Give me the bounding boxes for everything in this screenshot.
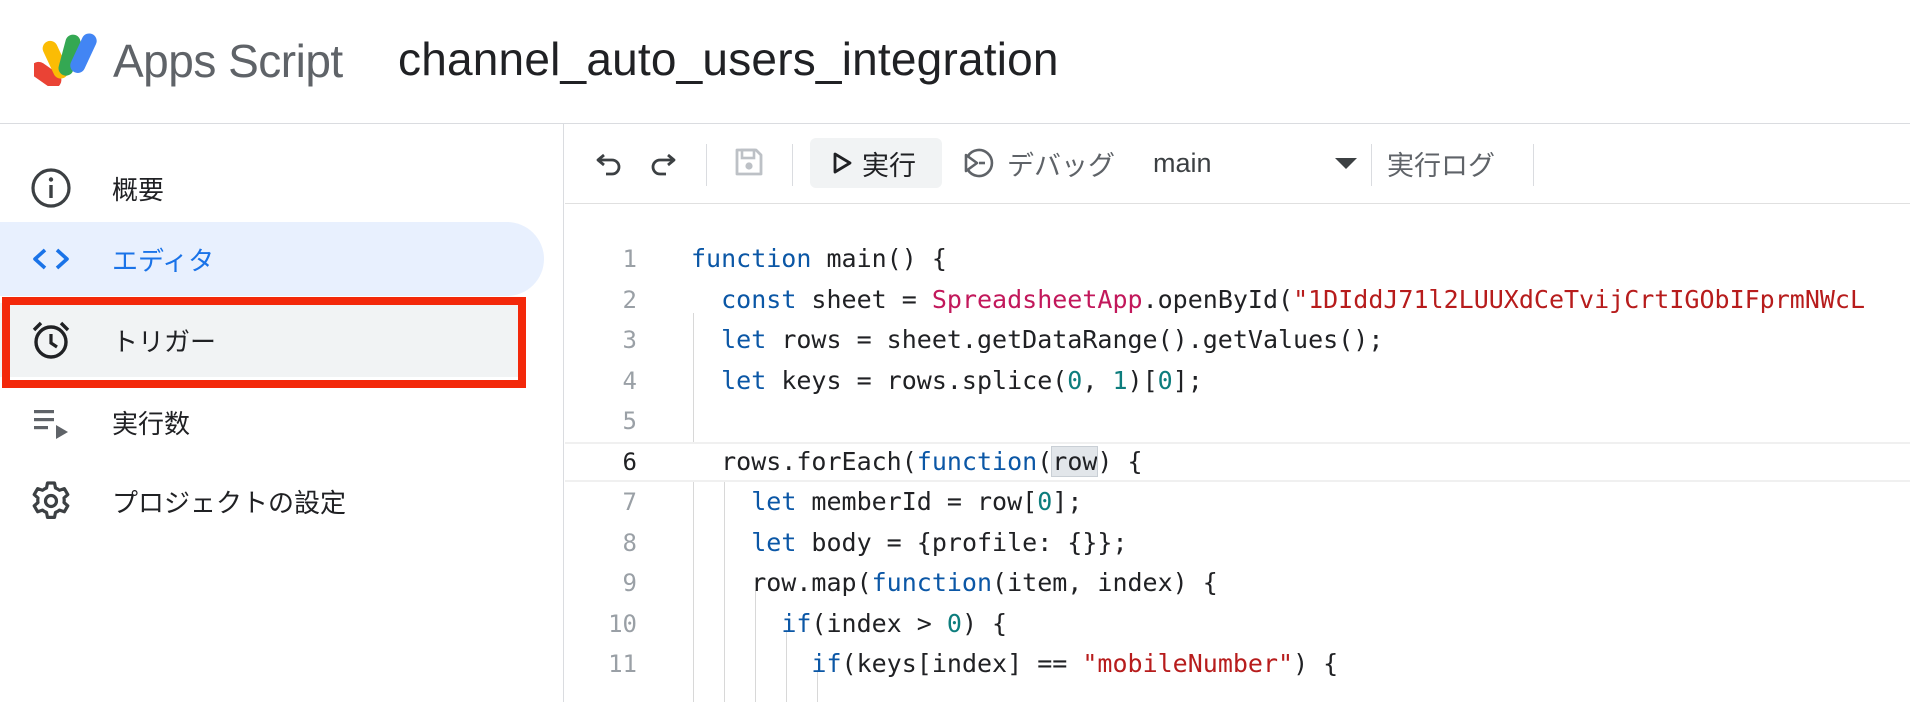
redo-button[interactable] [643,144,683,184]
code-text[interactable]: let keys = rows.splice(0, 1)[0]; [691,361,1203,401]
code-editor[interactable]: 1 function main() {2 const sheet = Spread… [565,205,1910,702]
code-line[interactable]: 1 function main() { [565,239,1910,279]
execution-log-label: 実行ログ [1387,150,1495,181]
sidebar-item-editor[interactable]: エディタ [0,222,544,296]
function-select[interactable]: main [1153,138,1357,188]
code-line[interactable]: 2 const sheet = SpreadsheetApp.openById(… [565,280,1910,320]
line-number: 6 [622,447,637,476]
run-button[interactable]: 実行 [810,138,942,188]
code-line[interactable]: 4 let keys = rows.splice(0, 1)[0]; [565,361,1910,401]
debug-button[interactable]: デバッグ [963,138,1115,188]
save-button[interactable] [729,144,769,184]
apps-script-logo[interactable] [30,30,102,89]
project-title[interactable]: channel_auto_users_integration [398,28,1059,90]
toolbar-divider [706,144,707,186]
sidebar-item-triggers[interactable]: トリガー [0,303,522,377]
play-icon [832,152,852,174]
code-line[interactable]: 9 row.map(function(item, index) { [565,563,1910,603]
code-brackets-icon [30,238,72,280]
sidebar-item-label: トリガー [112,326,217,357]
save-icon [733,146,765,183]
debug-label: デバッグ [1007,150,1115,181]
code-text[interactable]: rows.forEach(function(row) { [691,444,1143,480]
sidebar: 概要 エディタ トリガー 実行数 プロジェクトの設定 [0,124,564,702]
executions-list-icon [30,401,72,443]
execution-log-button[interactable]: 実行ログ [1387,138,1495,188]
gear-icon [30,480,72,522]
line-number: 4 [622,366,637,395]
line-number: 1 [622,245,637,273]
chevron-down-icon [1335,158,1357,169]
code-text[interactable]: if(keys[index] == "mobileNumber") { [691,644,1338,684]
line-number: 11 [608,650,637,678]
code-line[interactable]: 10 if(index > 0) { [565,604,1910,644]
undo-icon [594,147,624,182]
code-line[interactable]: 5 [565,401,1910,441]
sidebar-item-overview[interactable]: 概要 [0,151,544,225]
line-number: 7 [622,488,637,516]
toolbar-divider [1371,144,1372,186]
code-line[interactable]: 7 let memberId = row[0]; [565,482,1910,522]
code-text[interactable]: let memberId = row[0]; [691,482,1082,522]
redo-icon [648,147,678,182]
alarm-clock-icon [30,319,72,361]
brand-name: Apps Script [113,35,343,87]
function-select-value: main [1153,147,1212,178]
app-header: Apps Script channel_auto_users_integrati… [0,0,1910,124]
code-text[interactable]: const sheet = SpreadsheetApp.openById("1… [691,280,1865,320]
sidebar-item-label: 実行数 [112,408,191,439]
code-text[interactable]: let rows = sheet.getDataRange().getValue… [691,320,1383,360]
debug-icon [963,147,997,179]
code-line[interactable]: 11 if(keys[index] == "mobileNumber") { [565,644,1910,684]
run-label: 実行 [862,150,916,181]
line-number: 3 [622,326,637,354]
code-line[interactable]: 6 rows.forEach(function(row) { [565,441,1910,482]
code-text[interactable]: let body = {profile: {}}; [691,523,1127,563]
editor-toolbar: 実行 デバッグ main 実行ログ [565,124,1910,204]
line-number: 8 [622,528,637,557]
sidebar-item-executions[interactable]: 実行数 [0,385,544,459]
sidebar-item-label: エディタ [112,245,215,276]
line-number: 9 [622,569,637,597]
code-line[interactable]: 3 let rows = sheet.getDataRange().getVal… [565,320,1910,360]
code-text[interactable]: row.map(function(item, index) { [691,563,1218,603]
info-icon [30,167,72,209]
sidebar-item-label: 概要 [112,174,165,205]
code-line[interactable]: 8 let body = {profile: {}}; [565,523,1910,563]
line-number: 10 [608,609,637,638]
toolbar-divider [792,144,793,186]
code-text[interactable]: function main() { [691,239,947,279]
code-text[interactable]: if(index > 0) { [691,604,1007,644]
sidebar-item-label: プロジェクトの設定 [112,487,347,518]
line-number: 5 [622,407,637,435]
line-number: 2 [622,285,637,314]
toolbar-divider [1533,144,1534,186]
sidebar-item-project-settings[interactable]: プロジェクトの設定 [0,464,544,538]
undo-button[interactable] [589,144,629,184]
